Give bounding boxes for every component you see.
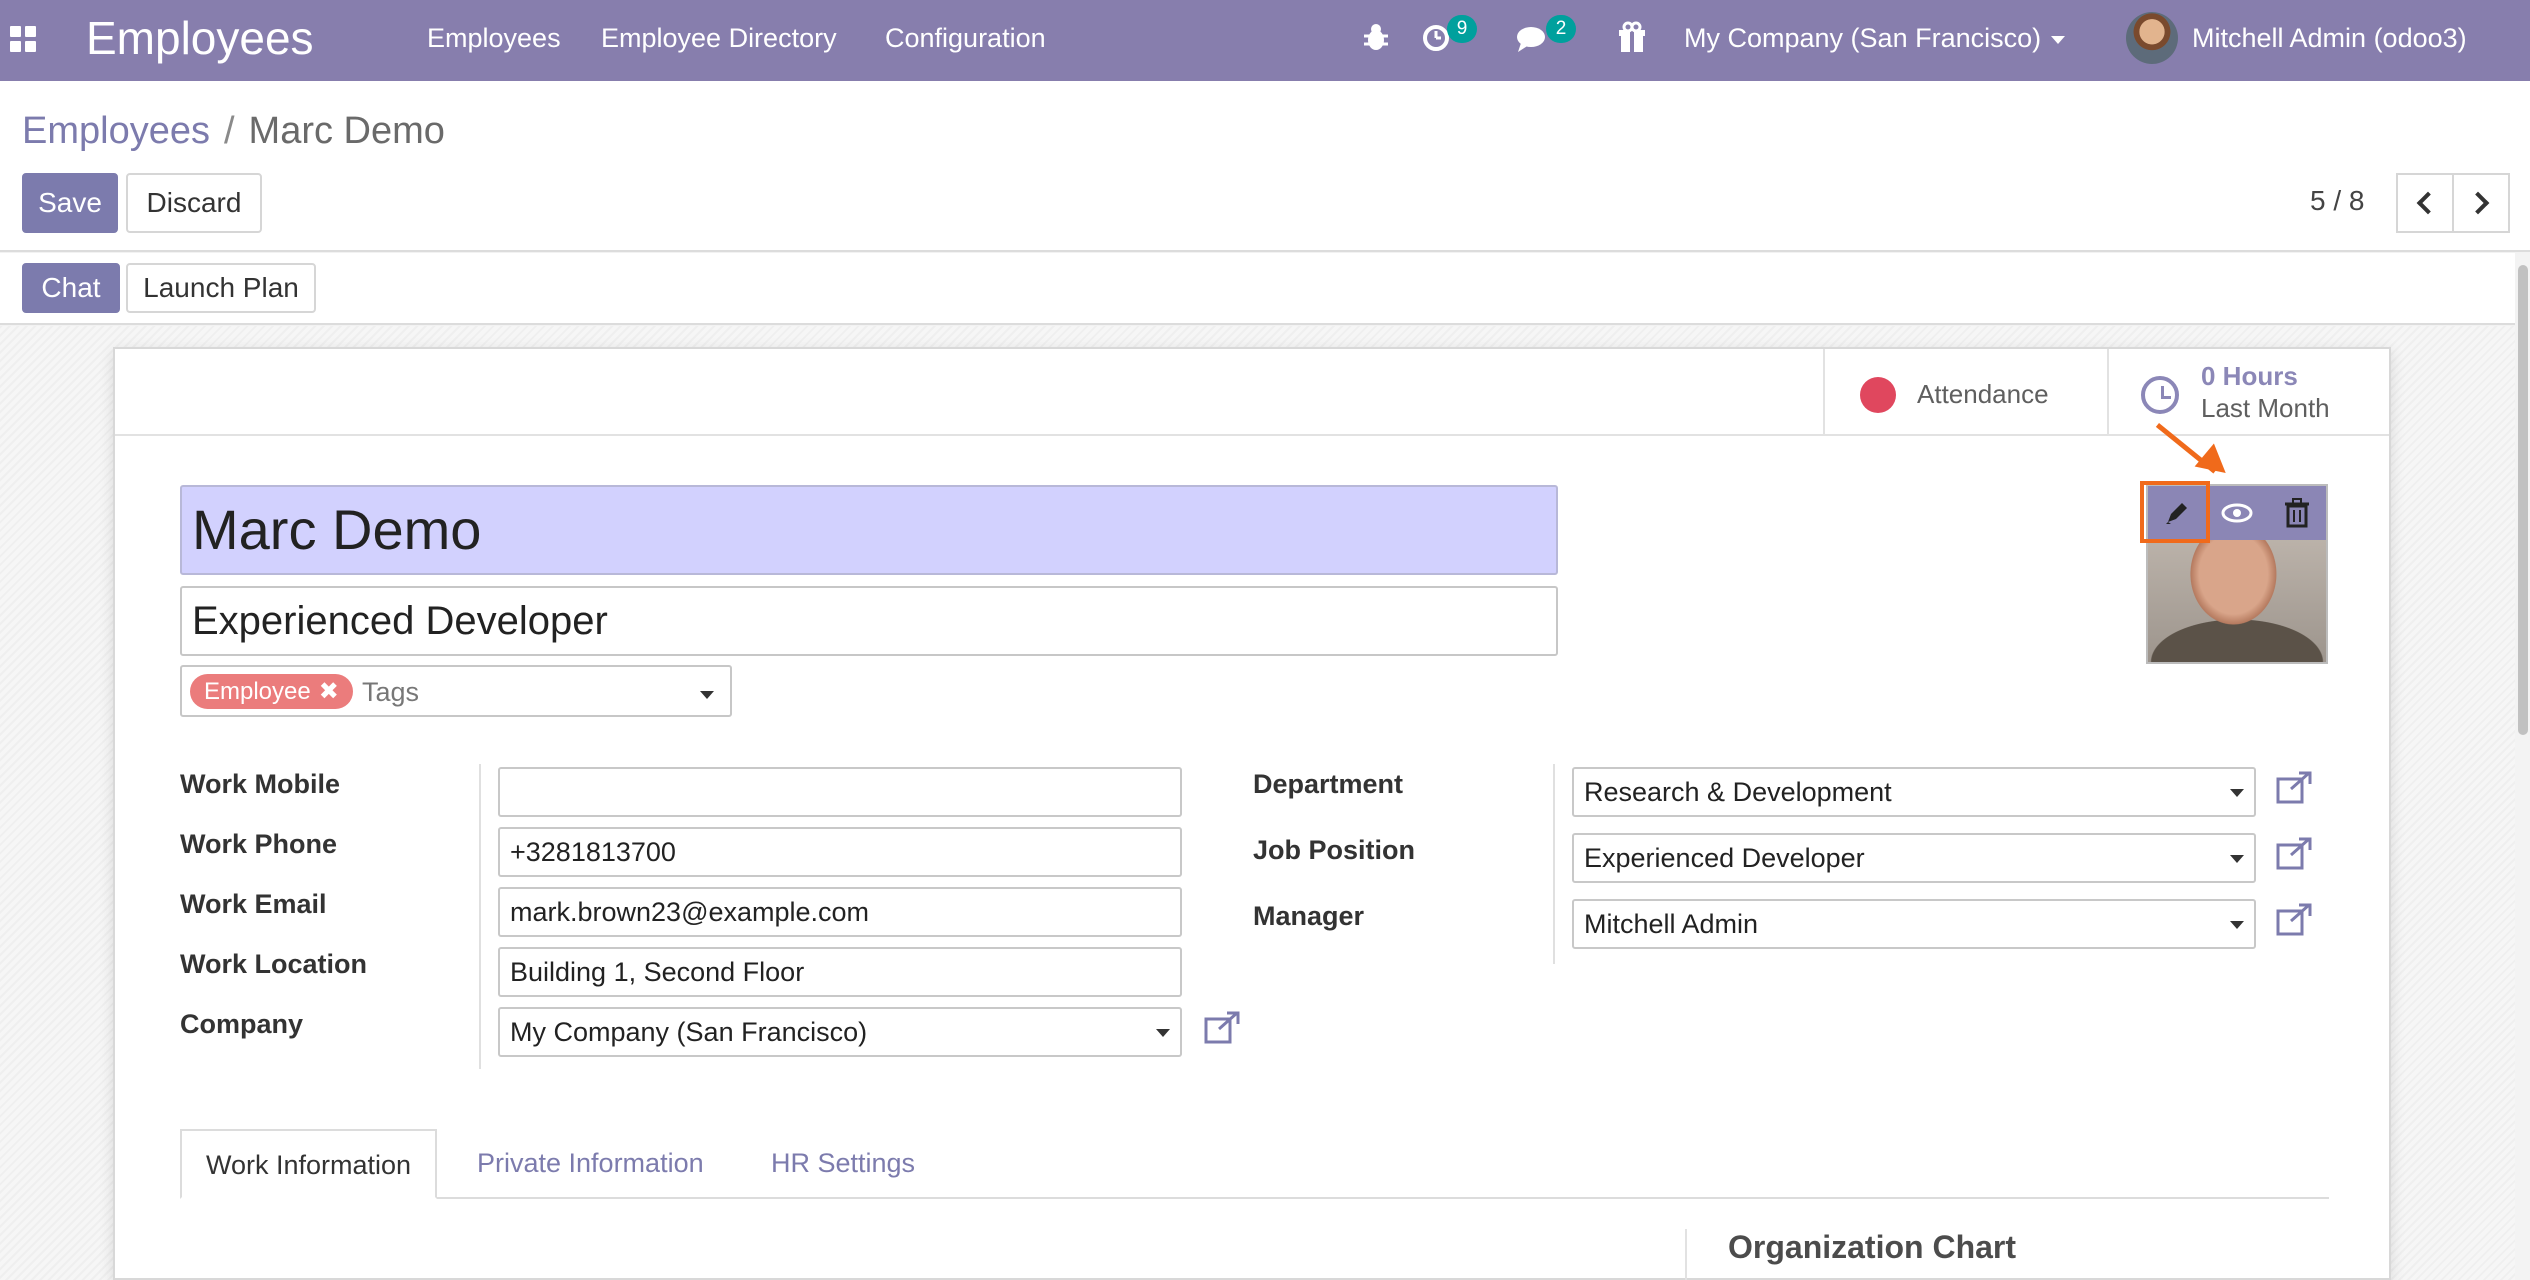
chevron-left-icon — [2416, 191, 2440, 215]
form-statusbar: Chat Launch Plan — [0, 253, 2530, 325]
menu-configuration[interactable]: Configuration — [885, 20, 1046, 56]
company-switcher[interactable]: My Company (San Francisco) — [1684, 20, 2066, 56]
group-divider — [479, 764, 481, 1069]
trash-icon — [2285, 498, 2309, 528]
chevron-down-icon — [2230, 921, 2244, 929]
hours-label: Last Month — [2201, 393, 2330, 423]
chevron-down-icon — [700, 691, 714, 699]
chevron-right-icon — [2466, 191, 2490, 215]
manager-select[interactable]: Mitchell Admin — [1572, 899, 2256, 949]
clock-icon — [2141, 376, 2179, 414]
discard-button[interactable]: Discard — [126, 173, 262, 233]
chevron-down-icon — [1156, 1029, 1170, 1037]
breadcrumb-parent[interactable]: Employees — [22, 110, 210, 152]
department-label: Department — [1253, 769, 1404, 799]
department-select[interactable]: Research & Development — [1572, 767, 2256, 817]
work-location-label: Work Location — [180, 949, 368, 979]
gift-icon[interactable] — [1616, 18, 1648, 58]
pager-next-button[interactable] — [2452, 173, 2510, 233]
manager-external-link-icon[interactable] — [2275, 903, 2313, 937]
chevron-down-icon — [2051, 35, 2066, 44]
photo-preview-button[interactable] — [2208, 486, 2266, 540]
organization-chart-title: Organization Chart — [1728, 1229, 2017, 1265]
scrollbar-thumb[interactable] — [2518, 265, 2528, 735]
group-divider — [1553, 764, 1555, 964]
tab-work-information[interactable]: Work Information — [180, 1129, 438, 1199]
apps-menu-icon[interactable] — [10, 26, 36, 52]
job-position-select[interactable]: Experienced Developer — [1572, 833, 2256, 883]
tags-placeholder: Tags — [362, 677, 420, 707]
remove-tag-icon[interactable]: ✖ — [319, 678, 339, 705]
department-external-link-icon[interactable] — [2275, 771, 2313, 805]
job-position-label: Job Position — [1253, 835, 1415, 865]
hours-last-month-button[interactable]: 0 Hours Last Month — [2107, 349, 2389, 434]
section-divider — [1685, 1229, 1687, 1280]
company-label: Company — [180, 1009, 304, 1039]
eye-icon — [2221, 503, 2253, 523]
work-email-input[interactable]: mark.brown23@example.com — [498, 887, 1182, 937]
menu-employees[interactable]: Employees — [427, 20, 561, 56]
chevron-down-icon — [2230, 855, 2244, 863]
company-external-link-icon[interactable] — [1203, 1011, 1241, 1045]
app-brand[interactable]: Employees — [86, 10, 314, 66]
form-sheet: Attendance 0 Hours Last Month Marc Demo … — [113, 347, 2391, 1280]
hours-value: 0 Hours — [2201, 361, 2298, 391]
tab-private-information[interactable]: Private Information — [453, 1129, 728, 1199]
chevron-down-icon — [2230, 789, 2244, 797]
job-position-external-link-icon[interactable] — [2275, 837, 2313, 871]
breadcrumb-separator: / — [223, 110, 235, 152]
user-menu[interactable]: Mitchell Admin (odoo3) — [2192, 20, 2467, 56]
employee-name-input[interactable]: Marc Demo — [180, 485, 1558, 575]
attendance-label: Attendance — [1917, 379, 2049, 409]
work-location-input[interactable]: Building 1, Second Floor — [498, 947, 1182, 997]
top-navbar: Employees Employees Employee Directory C… — [0, 0, 2530, 81]
tab-hr-settings[interactable]: HR Settings — [747, 1129, 939, 1199]
save-button[interactable]: Save — [22, 173, 118, 233]
work-phone-input[interactable]: +3281813700 — [498, 827, 1182, 877]
menu-employee-directory[interactable]: Employee Directory — [601, 20, 837, 56]
breadcrumb: Employees / Marc Demo — [22, 107, 445, 155]
tag-employee: Employee ✖ — [190, 674, 353, 709]
breadcrumb-current: Marc Demo — [248, 110, 445, 152]
photo-delete-button[interactable] — [2268, 486, 2326, 540]
control-panel: Employees / Marc Demo Save Discard 5 / 8 — [0, 81, 2530, 252]
attendance-status-dot — [1860, 377, 1896, 413]
annotation-highlight-box — [2140, 481, 2210, 543]
work-mobile-label: Work Mobile — [180, 769, 341, 799]
work-email-label: Work Email — [180, 889, 327, 919]
user-avatar[interactable] — [2126, 12, 2178, 64]
debug-bug-icon[interactable] — [1360, 18, 1392, 58]
chat-button[interactable]: Chat — [22, 263, 120, 313]
launch-plan-button[interactable]: Launch Plan — [126, 263, 316, 313]
work-mobile-input[interactable] — [498, 767, 1182, 817]
tags-input[interactable]: Employee ✖ Tags — [180, 665, 732, 717]
manager-label: Manager — [1253, 901, 1365, 931]
company-select[interactable]: My Company (San Francisco) — [498, 1007, 1182, 1057]
job-title-input[interactable]: Experienced Developer — [180, 586, 1558, 656]
activity-badge: 9 — [1447, 15, 1477, 43]
attendance-button[interactable]: Attendance — [1823, 349, 2101, 434]
smart-button-box: Attendance 0 Hours Last Month — [115, 349, 2389, 436]
work-phone-label: Work Phone — [180, 829, 338, 859]
messages-badge: 2 — [1546, 15, 1576, 43]
pager-previous-button[interactable] — [2396, 173, 2454, 233]
pager-value[interactable]: 5 / 8 — [2310, 185, 2364, 217]
